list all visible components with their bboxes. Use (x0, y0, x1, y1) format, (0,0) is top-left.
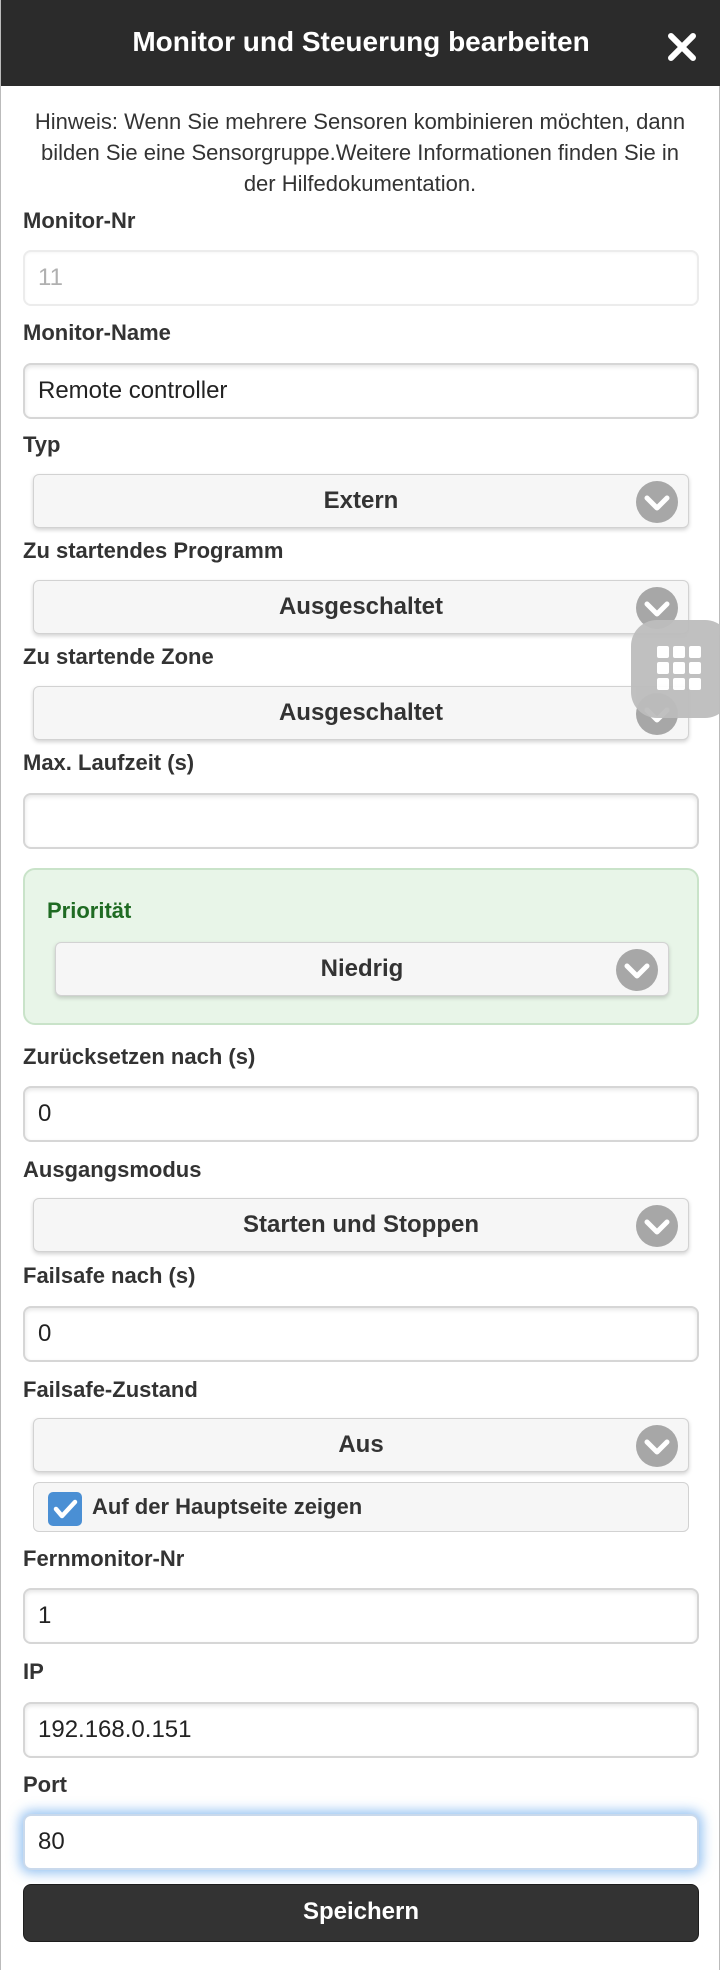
zone-label: Zu startende Zone (23, 644, 214, 669)
priority-panel: Priorität Niedrig (23, 868, 699, 1025)
dialog-header: Monitor und Steuerung bearbeiten (1, 0, 720, 86)
monitor-nr-label: Monitor-Nr (23, 208, 136, 233)
ausgangsmodus-select-value: Starten und Stoppen (243, 1211, 479, 1238)
chevron-down-icon (616, 949, 658, 991)
ausgangsmodus-select[interactable]: Starten und Stoppen (33, 1198, 689, 1252)
zuruecksetzen-input[interactable]: 0 (23, 1086, 699, 1142)
chevron-down-icon (636, 481, 678, 523)
ip-label: IP (23, 1659, 44, 1684)
monitor-name-input[interactable]: Remote controller (23, 363, 699, 419)
fernmonitor-nr-label: Fernmonitor-Nr (23, 1546, 185, 1571)
priority-select[interactable]: Niedrig (55, 942, 669, 996)
ip-input[interactable]: 192.168.0.151 (23, 1702, 699, 1758)
priority-label: Priorität (47, 898, 132, 923)
failsafe-zustand-select[interactable]: Aus (33, 1418, 689, 1472)
close-button[interactable] (665, 30, 699, 64)
monitor-nr-input: 11 (23, 250, 699, 306)
programm-select-value: Ausgeschaltet (278, 593, 444, 620)
close-icon (668, 33, 696, 61)
max-laufzeit-input[interactable] (23, 793, 699, 849)
zuruecksetzen-label: Zurücksetzen nach (s) (23, 1044, 256, 1069)
hauptseite-checkbox[interactable] (48, 1492, 82, 1526)
monitor-name-label: Monitor-Name (23, 320, 171, 345)
zone-select-value: Ausgeschaltet (278, 699, 444, 726)
failsafe-nach-input[interactable]: 0 (23, 1306, 699, 1362)
failsafe-zustand-label: Failsafe-Zustand (23, 1377, 198, 1402)
save-button[interactable]: Speichern (23, 1884, 699, 1942)
typ-select[interactable]: Extern (33, 474, 689, 528)
dialog-title: Monitor und Steuerung bearbeiten (132, 26, 590, 57)
chevron-down-icon (636, 1425, 678, 1467)
zone-select[interactable]: Ausgeschaltet (33, 686, 689, 740)
fernmonitor-nr-input[interactable]: 1 (23, 1588, 699, 1644)
port-label: Port (23, 1772, 67, 1797)
programm-label: Zu startendes Programm (23, 538, 284, 563)
hint-text: Hinweis: Wenn Sie mehrere Sensoren kombi… (34, 109, 686, 196)
floating-menu-button[interactable] (631, 620, 720, 718)
programm-select[interactable]: Ausgeschaltet (33, 580, 689, 634)
priority-select-value: Niedrig (320, 955, 404, 982)
max-laufzeit-label: Max. Laufzeit (s) (23, 750, 195, 775)
edit-monitor-dialog: Monitor und Steuerung bearbeiten Hinweis… (0, 0, 720, 1970)
failsafe-zustand-select-value: Aus (338, 1431, 384, 1458)
ausgangsmodus-label: Ausgangsmodus (23, 1157, 202, 1182)
typ-label: Typ (23, 432, 61, 457)
grid-menu-icon (657, 646, 701, 690)
port-input[interactable]: 80 (23, 1814, 699, 1870)
hauptseite-checkbox-row[interactable]: Auf der Hauptseite zeigen (33, 1482, 689, 1532)
typ-select-value: Extern (323, 487, 399, 514)
hauptseite-checkbox-label: Auf der Hauptseite zeigen (92, 1494, 363, 1519)
checkmark-icon (53, 1499, 78, 1519)
chevron-down-icon (636, 1205, 678, 1247)
failsafe-nach-label: Failsafe nach (s) (23, 1263, 196, 1288)
